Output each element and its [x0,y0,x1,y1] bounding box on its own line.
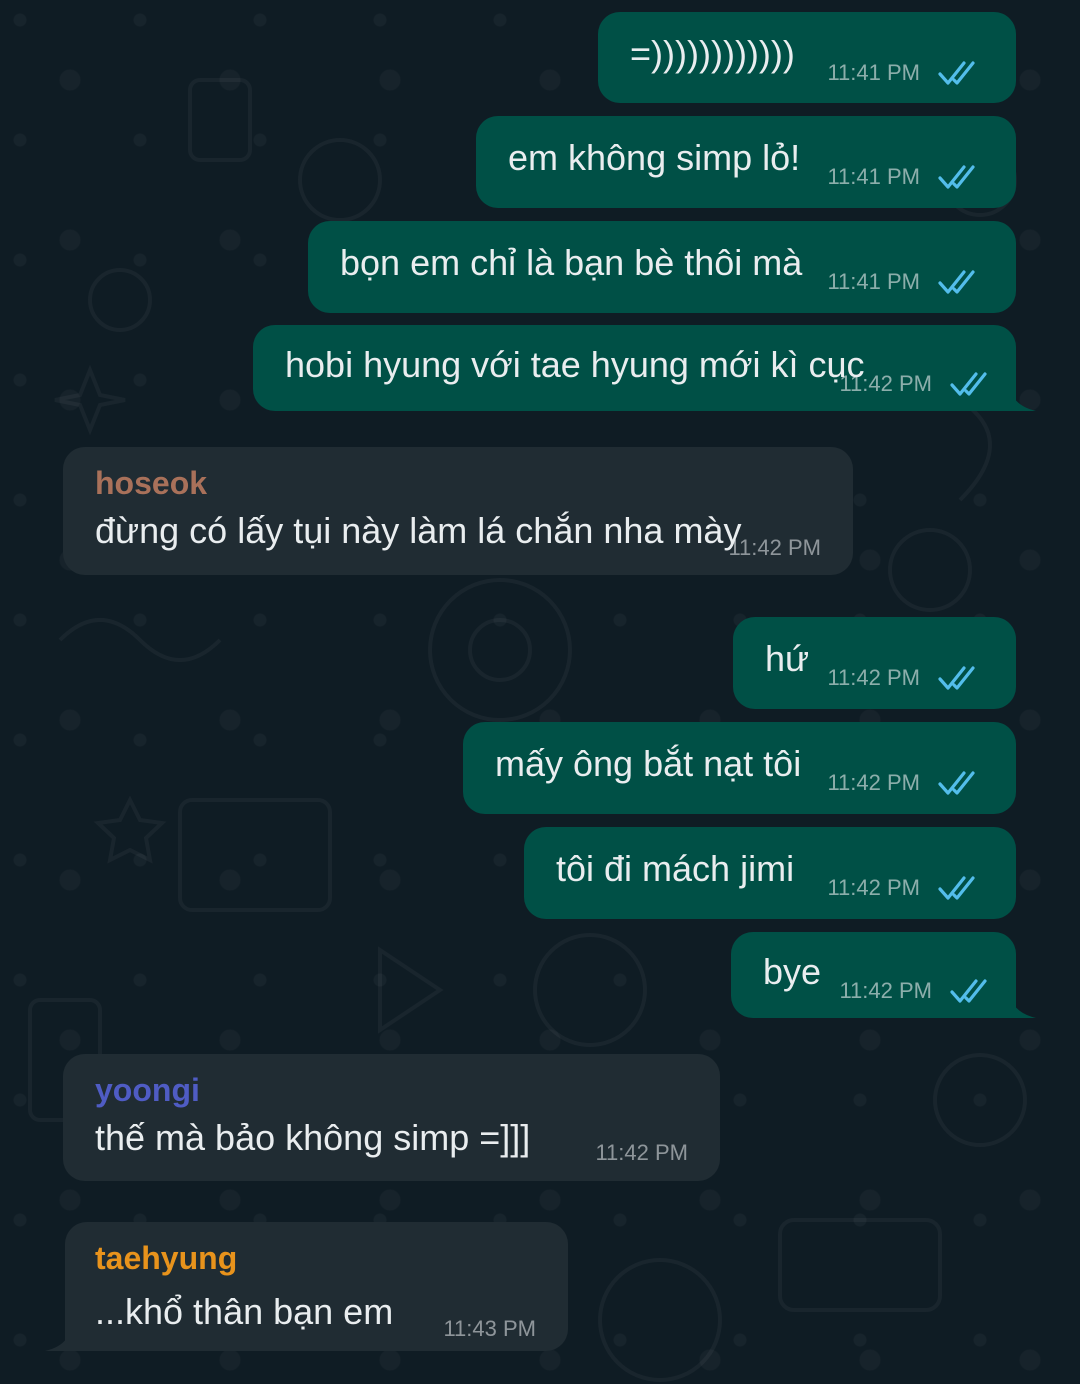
incoming-message[interactable]: yoongi thế mà bảo không simp =]]] 11:42 … [63,1054,720,1181]
incoming-message[interactable]: taehyung ...khổ thân bạn em 11:43 PM [45,1222,568,1351]
message-meta: 11:43 PM [443,1316,536,1342]
read-double-tick-icon [950,372,987,396]
outgoing-message[interactable]: bọn em chỉ là bạn bè thôi mà 11:41 PM [308,221,1016,313]
outgoing-message[interactable]: bye 11:42 PM [731,932,1036,1018]
message-time: 11:41 PM [827,269,920,294]
sender-name[interactable]: taehyung [95,1240,237,1277]
read-double-tick-icon [938,270,975,294]
message-time: 11:41 PM [827,164,920,189]
message-meta: 11:42 PM [839,371,994,397]
message-text: hứ [765,638,810,679]
message-time: 11:41 PM [827,60,920,85]
message-text: bye [763,951,822,992]
message-meta: 11:41 PM [827,60,982,86]
message-text: em không simp lỏ! [508,137,801,178]
outgoing-message[interactable]: mấy ông bắt nạt tôi 11:42 PM [463,722,1016,814]
outgoing-message[interactable]: hứ 11:42 PM [733,617,1016,709]
outgoing-message[interactable]: hobi hyung với tae hyung mới kì cục 11:4… [253,325,1036,411]
read-double-tick-icon [938,61,975,85]
message-list[interactable]: =)))))))))))) 11:41 PM em không simp lỏ!… [0,0,1080,1384]
read-double-tick-icon [950,979,987,1003]
bubble-tail [1008,988,1036,1018]
message-time: 11:42 PM [839,978,932,1003]
incoming-message[interactable]: hoseok đừng có lấy tụi này làm lá chắn n… [63,447,853,575]
message-meta: 11:42 PM [827,770,982,796]
bubble-tail [1008,381,1036,411]
message-meta: 11:42 PM [728,535,821,561]
outgoing-message[interactable]: em không simp lỏ! 11:41 PM [476,116,1016,208]
message-text: thế mà bảo không simp =]]] [95,1117,531,1158]
message-text: =)))))))))))) [630,33,795,74]
message-time: 11:42 PM [827,665,920,690]
message-text: hobi hyung với tae hyung mới kì cục [285,344,865,385]
message-time: 11:43 PM [443,1316,536,1341]
sender-name[interactable]: yoongi [95,1072,200,1109]
message-time: 11:42 PM [839,371,932,396]
message-text: mấy ông bắt nạt tôi [495,743,802,784]
read-double-tick-icon [938,876,975,900]
message-meta: 11:42 PM [595,1140,688,1166]
sender-name[interactable]: hoseok [95,465,207,502]
message-meta: 11:41 PM [827,164,982,190]
message-text: tôi đi mách jimi [556,848,795,889]
outgoing-message[interactable]: tôi đi mách jimi 11:42 PM [524,827,1016,919]
read-double-tick-icon [938,771,975,795]
bubble-tail [45,1321,73,1351]
message-meta: 11:41 PM [827,269,982,295]
read-double-tick-icon [938,666,975,690]
message-time: 11:42 PM [595,1140,688,1165]
message-text: ...khổ thân bạn em [95,1291,394,1332]
message-meta: 11:42 PM [839,978,994,1004]
outgoing-message[interactable]: =)))))))))))) 11:41 PM [598,12,1016,103]
message-text: đừng có lấy tụi này làm lá chắn nha mày [95,510,742,551]
message-time: 11:42 PM [827,770,920,795]
message-text: bọn em chỉ là bạn bè thôi mà [340,242,803,283]
message-time: 11:42 PM [728,535,821,560]
message-meta: 11:42 PM [827,665,982,691]
message-meta: 11:42 PM [827,875,982,901]
message-time: 11:42 PM [827,875,920,900]
read-double-tick-icon [938,165,975,189]
